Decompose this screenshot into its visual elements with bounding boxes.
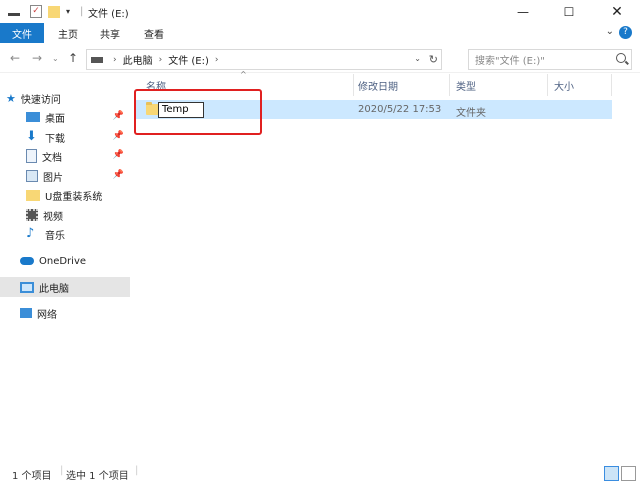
close-button[interactable]: ✕ (594, 0, 640, 23)
sidebar-item-music[interactable]: ♪ 音乐 (0, 224, 130, 244)
download-icon: ⬇ (26, 129, 37, 144)
address-row: ← → ⌄ ↑ › 此电脑 › 文件 (E:) › ⌄ ↻ 搜索"文件 (E:)… (0, 45, 640, 73)
address-bar[interactable]: › 此电脑 › 文件 (E:) › ⌄ ↻ (86, 49, 442, 70)
address-dropdown-icon[interactable]: ⌄ (414, 54, 421, 63)
customize-toolbar-icon[interactable]: ▾ (66, 7, 70, 16)
sidebar-item-downloads[interactable]: ⬇ 下载 📌 (0, 127, 130, 147)
column-header-size[interactable]: 大小 (548, 74, 612, 96)
new-folder-icon[interactable] (48, 5, 60, 18)
back-icon[interactable]: ← (10, 51, 20, 65)
expand-ribbon-icon[interactable]: ⌄ (606, 26, 614, 37)
details-view-icon[interactable] (604, 466, 619, 481)
app-icon (8, 8, 20, 16)
column-header-type[interactable]: 类型 (450, 74, 548, 96)
window-title: 文件 (E:) (88, 9, 129, 20)
item-count: 1 个项目 (12, 471, 52, 482)
pin-icon[interactable]: 📌 (113, 170, 124, 180)
forward-icon[interactable]: → (32, 51, 42, 65)
maximize-button[interactable]: ☐ (546, 0, 592, 23)
highlight-annotation (134, 89, 262, 135)
tab-home[interactable]: 主页 (46, 23, 90, 43)
search-placeholder: 搜索"文件 (E:)" (475, 56, 545, 67)
breadcrumb-this-pc[interactable]: 此电脑 (123, 52, 153, 67)
status-bar: 1 个项目 | 选中 1 个项目 | (0, 462, 640, 484)
sidebar-item-pictures[interactable]: 图片 📌 (0, 166, 130, 186)
sidebar-quick-access[interactable]: ★ 快速访问 (6, 88, 136, 108)
recent-locations-icon[interactable]: ⌄ (52, 54, 59, 63)
music-icon: ♪ (26, 226, 35, 241)
tab-view[interactable]: 查看 (132, 23, 176, 43)
drive-icon (91, 56, 103, 63)
sidebar-network[interactable]: 网络 (0, 303, 130, 323)
tab-share[interactable]: 共享 (88, 23, 132, 43)
selected-count: 选中 1 个项目 (66, 471, 129, 482)
sidebar-item-usb-reinstall[interactable]: U盘重装系统 (0, 185, 130, 205)
desktop-icon (26, 112, 40, 122)
network-icon (20, 308, 32, 318)
pin-icon[interactable]: 📌 (113, 111, 124, 121)
sidebar-item-documents[interactable]: 文档 📌 (0, 146, 130, 166)
document-icon (26, 149, 37, 163)
file-type: 文件夹 (456, 108, 486, 119)
cloud-icon (20, 257, 34, 265)
picture-icon (26, 170, 38, 182)
computer-icon (20, 281, 34, 293)
pin-icon[interactable]: 📌 (113, 150, 124, 160)
search-icon (616, 53, 626, 63)
sidebar-item-videos[interactable]: 视频 (0, 205, 130, 225)
large-icons-view-icon[interactable] (621, 466, 636, 481)
quick-access-toolbar: ✓ ▾ (8, 4, 70, 19)
folder-icon (26, 189, 40, 201)
sidebar-this-pc[interactable]: 此电脑 (0, 277, 130, 297)
tab-file[interactable]: 文件 (0, 23, 44, 43)
search-input[interactable]: 搜索"文件 (E:)" (468, 49, 632, 70)
star-icon: ★ (6, 91, 16, 105)
up-icon[interactable]: ↑ (68, 51, 78, 65)
column-header-modified[interactable]: 修改日期 (352, 74, 450, 96)
minimize-button[interactable]: — (500, 0, 546, 23)
sidebar-onedrive[interactable]: OneDrive (0, 251, 130, 271)
refresh-icon[interactable]: ↻ (429, 53, 438, 66)
breadcrumb-drive[interactable]: 文件 (E:) (168, 52, 209, 67)
properties-icon[interactable]: ✓ (30, 5, 42, 18)
navigation-pane: ★ 快速访问 桌面 📌 ⬇ 下载 📌 文档 📌 图片 📌 U盘重装系统 视频 ♪… (0, 74, 130, 462)
video-icon (26, 209, 38, 221)
help-button[interactable]: ? (619, 26, 632, 39)
pin-icon[interactable]: 📌 (113, 131, 124, 141)
ribbon-tabs: 文件 主页 共享 查看 ⌄ ? (0, 23, 640, 43)
file-modified: 2020/5/22 17:53 (358, 104, 442, 115)
sidebar-item-desktop[interactable]: 桌面 📌 (0, 107, 130, 127)
title-bar: ✓ ▾ | 文件 (E:) — ☐ ✕ (0, 0, 640, 23)
